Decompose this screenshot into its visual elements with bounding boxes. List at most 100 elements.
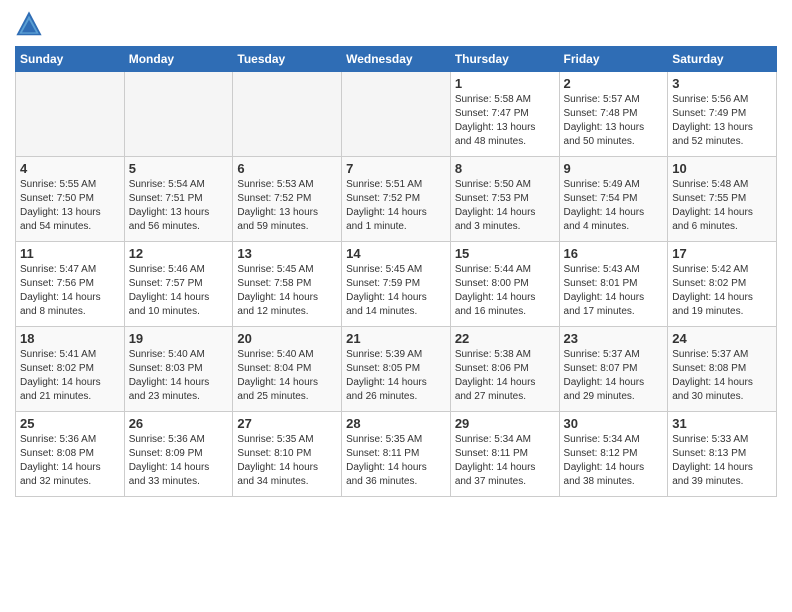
logo [15, 10, 47, 38]
calendar-cell: 10 Sunrise: 5:48 AM Sunset: 7:55 PM Dayli… [668, 157, 777, 242]
day-info: Sunrise: 5:46 AM Sunset: 7:57 PM Dayligh… [129, 263, 229, 319]
day-number: 10 [672, 161, 772, 176]
calendar-cell: 1 Sunrise: 5:58 AM Sunset: 7:47 PM Daylig… [450, 72, 559, 157]
day-info: Sunrise: 5:35 AM Sunset: 8:10 PM Dayligh… [237, 433, 337, 489]
day-number: 8 [455, 161, 555, 176]
calendar-cell: 4Sunrise: 5:55 AM Sunset: 7:50 PM Daylig… [16, 157, 125, 242]
calendar-cell: 7 Sunrise: 5:51 AM Sunset: 7:52 PM Daylig… [342, 157, 451, 242]
weekday-header-friday: Friday [559, 47, 668, 72]
day-number: 24 [672, 331, 772, 346]
weekday-header-saturday: Saturday [668, 47, 777, 72]
calendar-cell: 2Sunrise: 5:57 AM Sunset: 7:48 PM Daylig… [559, 72, 668, 157]
day-number: 1 [455, 76, 555, 91]
weekday-header-tuesday: Tuesday [233, 47, 342, 72]
day-info: Sunrise: 5:53 AM Sunset: 7:52 PM Dayligh… [237, 178, 337, 234]
day-number: 4 [20, 161, 120, 176]
calendar-cell: 5Sunrise: 5:54 AM Sunset: 7:51 PM Daylig… [124, 157, 233, 242]
day-info: Sunrise: 5:40 AM Sunset: 8:03 PM Dayligh… [129, 348, 229, 404]
day-info: Sunrise: 5:36 AM Sunset: 8:08 PM Dayligh… [20, 433, 120, 489]
day-number: 22 [455, 331, 555, 346]
day-number: 9 [564, 161, 664, 176]
day-info: Sunrise: 5:36 AM Sunset: 8:09 PM Dayligh… [129, 433, 229, 489]
day-number: 5 [129, 161, 229, 176]
calendar-cell [342, 72, 451, 157]
calendar-cell: 22 Sunrise: 5:38 AM Sunset: 8:06 PM Dayli… [450, 327, 559, 412]
calendar-cell: 3Sunrise: 5:56 AM Sunset: 7:49 PM Daylig… [668, 72, 777, 157]
day-info: Sunrise: 5:45 AM Sunset: 7:59 PM Dayligh… [346, 263, 446, 319]
calendar-cell: 14 Sunrise: 5:45 AM Sunset: 7:59 PM Dayli… [342, 242, 451, 327]
calendar-cell [233, 72, 342, 157]
day-number: 30 [564, 416, 664, 431]
header [15, 10, 777, 38]
day-number: 20 [237, 331, 337, 346]
calendar-week-row: 25 Sunrise: 5:36 AM Sunset: 8:08 PM Dayli… [16, 412, 777, 497]
day-number: 15 [455, 246, 555, 261]
calendar-cell: 23 Sunrise: 5:37 AM Sunset: 8:07 PM Dayli… [559, 327, 668, 412]
calendar-cell: 11 Sunrise: 5:47 AM Sunset: 7:56 PM Dayli… [16, 242, 125, 327]
day-number: 11 [20, 246, 120, 261]
day-number: 12 [129, 246, 229, 261]
day-info: Sunrise: 5:39 AM Sunset: 8:05 PM Dayligh… [346, 348, 446, 404]
day-number: 26 [129, 416, 229, 431]
day-number: 28 [346, 416, 446, 431]
day-number: 19 [129, 331, 229, 346]
day-number: 17 [672, 246, 772, 261]
calendar-week-row: 11 Sunrise: 5:47 AM Sunset: 7:56 PM Dayli… [16, 242, 777, 327]
day-info: Sunrise: 5:47 AM Sunset: 7:56 PM Dayligh… [20, 263, 120, 319]
calendar-table: SundayMondayTuesdayWednesdayThursdayFrid… [15, 46, 777, 497]
calendar-cell [16, 72, 125, 157]
day-number: 14 [346, 246, 446, 261]
day-number: 27 [237, 416, 337, 431]
day-number: 16 [564, 246, 664, 261]
day-info: Sunrise: 5:58 AM Sunset: 7:47 PM Dayligh… [455, 93, 555, 149]
calendar-week-row: 1 Sunrise: 5:58 AM Sunset: 7:47 PM Daylig… [16, 72, 777, 157]
weekday-header-wednesday: Wednesday [342, 47, 451, 72]
calendar-cell [124, 72, 233, 157]
day-number: 23 [564, 331, 664, 346]
calendar-cell: 8 Sunrise: 5:50 AM Sunset: 7:53 PM Daylig… [450, 157, 559, 242]
calendar-cell: 18 Sunrise: 5:41 AM Sunset: 8:02 PM Dayli… [16, 327, 125, 412]
calendar-cell: 26 Sunrise: 5:36 AM Sunset: 8:09 PM Dayli… [124, 412, 233, 497]
day-info: Sunrise: 5:34 AM Sunset: 8:12 PM Dayligh… [564, 433, 664, 489]
day-number: 7 [346, 161, 446, 176]
day-number: 31 [672, 416, 772, 431]
day-info: Sunrise: 5:41 AM Sunset: 8:02 PM Dayligh… [20, 348, 120, 404]
calendar-cell: 15 Sunrise: 5:44 AM Sunset: 8:00 PM Dayli… [450, 242, 559, 327]
day-number: 6 [237, 161, 337, 176]
day-number: 18 [20, 331, 120, 346]
weekday-header-monday: Monday [124, 47, 233, 72]
calendar-week-row: 18 Sunrise: 5:41 AM Sunset: 8:02 PM Dayli… [16, 327, 777, 412]
calendar-cell: 31 Sunrise: 5:33 AM Sunset: 8:13 PM Dayli… [668, 412, 777, 497]
day-number: 13 [237, 246, 337, 261]
day-info: Sunrise: 5:34 AM Sunset: 8:11 PM Dayligh… [455, 433, 555, 489]
day-info: Sunrise: 5:38 AM Sunset: 8:06 PM Dayligh… [455, 348, 555, 404]
calendar-cell: 16 Sunrise: 5:43 AM Sunset: 8:01 PM Dayli… [559, 242, 668, 327]
calendar-cell: 17Sunrise: 5:42 AM Sunset: 8:02 PM Dayli… [668, 242, 777, 327]
day-info: Sunrise: 5:44 AM Sunset: 8:00 PM Dayligh… [455, 263, 555, 319]
day-info: Sunrise: 5:50 AM Sunset: 7:53 PM Dayligh… [455, 178, 555, 234]
day-info: Sunrise: 5:33 AM Sunset: 8:13 PM Dayligh… [672, 433, 772, 489]
day-info: Sunrise: 5:51 AM Sunset: 7:52 PM Dayligh… [346, 178, 446, 234]
calendar-cell: 19 Sunrise: 5:40 AM Sunset: 8:03 PM Dayli… [124, 327, 233, 412]
calendar-cell: 27 Sunrise: 5:35 AM Sunset: 8:10 PM Dayli… [233, 412, 342, 497]
calendar-cell: 12 Sunrise: 5:46 AM Sunset: 7:57 PM Dayli… [124, 242, 233, 327]
day-info: Sunrise: 5:57 AM Sunset: 7:48 PM Dayligh… [564, 93, 664, 149]
calendar-week-row: 4Sunrise: 5:55 AM Sunset: 7:50 PM Daylig… [16, 157, 777, 242]
calendar-cell: 24 Sunrise: 5:37 AM Sunset: 8:08 PM Dayli… [668, 327, 777, 412]
calendar-cell: 6 Sunrise: 5:53 AM Sunset: 7:52 PM Daylig… [233, 157, 342, 242]
day-info: Sunrise: 5:40 AM Sunset: 8:04 PM Dayligh… [237, 348, 337, 404]
day-info: Sunrise: 5:48 AM Sunset: 7:55 PM Dayligh… [672, 178, 772, 234]
calendar-cell: 13Sunrise: 5:45 AM Sunset: 7:58 PM Dayli… [233, 242, 342, 327]
day-number: 3 [672, 76, 772, 91]
weekday-header-thursday: Thursday [450, 47, 559, 72]
day-info: Sunrise: 5:37 AM Sunset: 8:08 PM Dayligh… [672, 348, 772, 404]
day-info: Sunrise: 5:49 AM Sunset: 7:54 PM Dayligh… [564, 178, 664, 234]
day-number: 21 [346, 331, 446, 346]
page-container: SundayMondayTuesdayWednesdayThursdayFrid… [0, 0, 792, 507]
day-number: 29 [455, 416, 555, 431]
day-info: Sunrise: 5:43 AM Sunset: 8:01 PM Dayligh… [564, 263, 664, 319]
calendar-cell: 25 Sunrise: 5:36 AM Sunset: 8:08 PM Dayli… [16, 412, 125, 497]
day-info: Sunrise: 5:35 AM Sunset: 8:11 PM Dayligh… [346, 433, 446, 489]
day-info: Sunrise: 5:37 AM Sunset: 8:07 PM Dayligh… [564, 348, 664, 404]
day-number: 25 [20, 416, 120, 431]
